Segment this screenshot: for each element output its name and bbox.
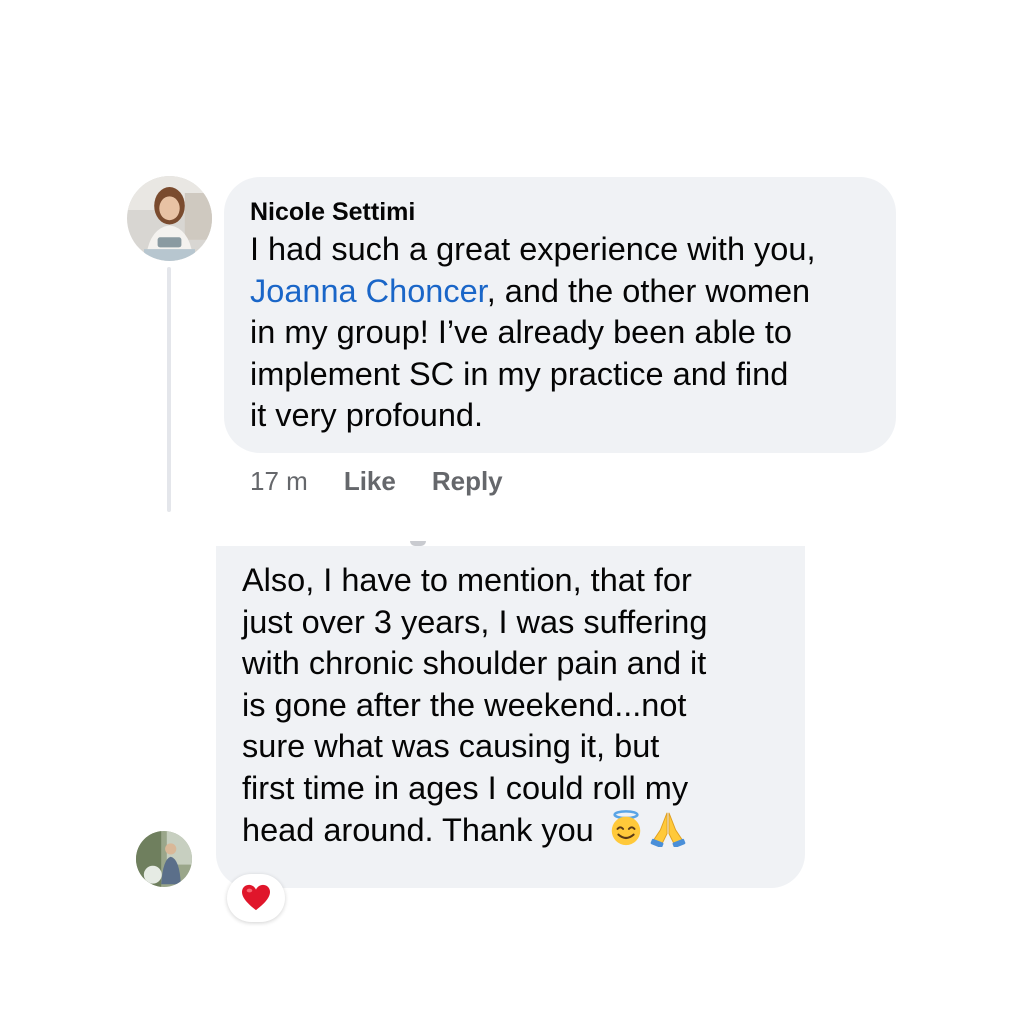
thread-connector-line: [167, 267, 171, 512]
mention-link[interactable]: Joanna Choncer: [250, 273, 487, 309]
like-button[interactable]: Like: [344, 466, 396, 497]
comment-text: I had such a great experience with you, …: [250, 229, 870, 437]
comment-timestamp[interactable]: 17 m: [250, 466, 308, 497]
comment-thread: Nicole Settimi I had such a great experi…: [0, 0, 1024, 1024]
avatar[interactable]: [127, 176, 212, 261]
folded-hands-icon: [649, 809, 687, 847]
reply-button[interactable]: Reply: [432, 466, 503, 497]
comment-text-part: I had such a great experience with you,: [250, 231, 816, 267]
comment-text-part: Also, I have to mention, that for just o…: [242, 562, 708, 848]
comment-text: Also, I have to mention, that for just o…: [242, 560, 781, 852]
red-heart-icon: [241, 884, 271, 912]
comment-bubble: Nicole Settimi I had such a great experi…: [224, 177, 896, 453]
smiling-face-with-halo-icon: [607, 809, 645, 847]
avatar[interactable]: [136, 831, 192, 887]
comment-author-name[interactable]: Nicole Settimi: [250, 197, 870, 227]
reaction-badge[interactable]: [227, 874, 285, 922]
comment-bubble-continued: Also, I have to mention, that for just o…: [216, 546, 805, 888]
comment-actions: 17 m Like Reply: [250, 464, 539, 498]
